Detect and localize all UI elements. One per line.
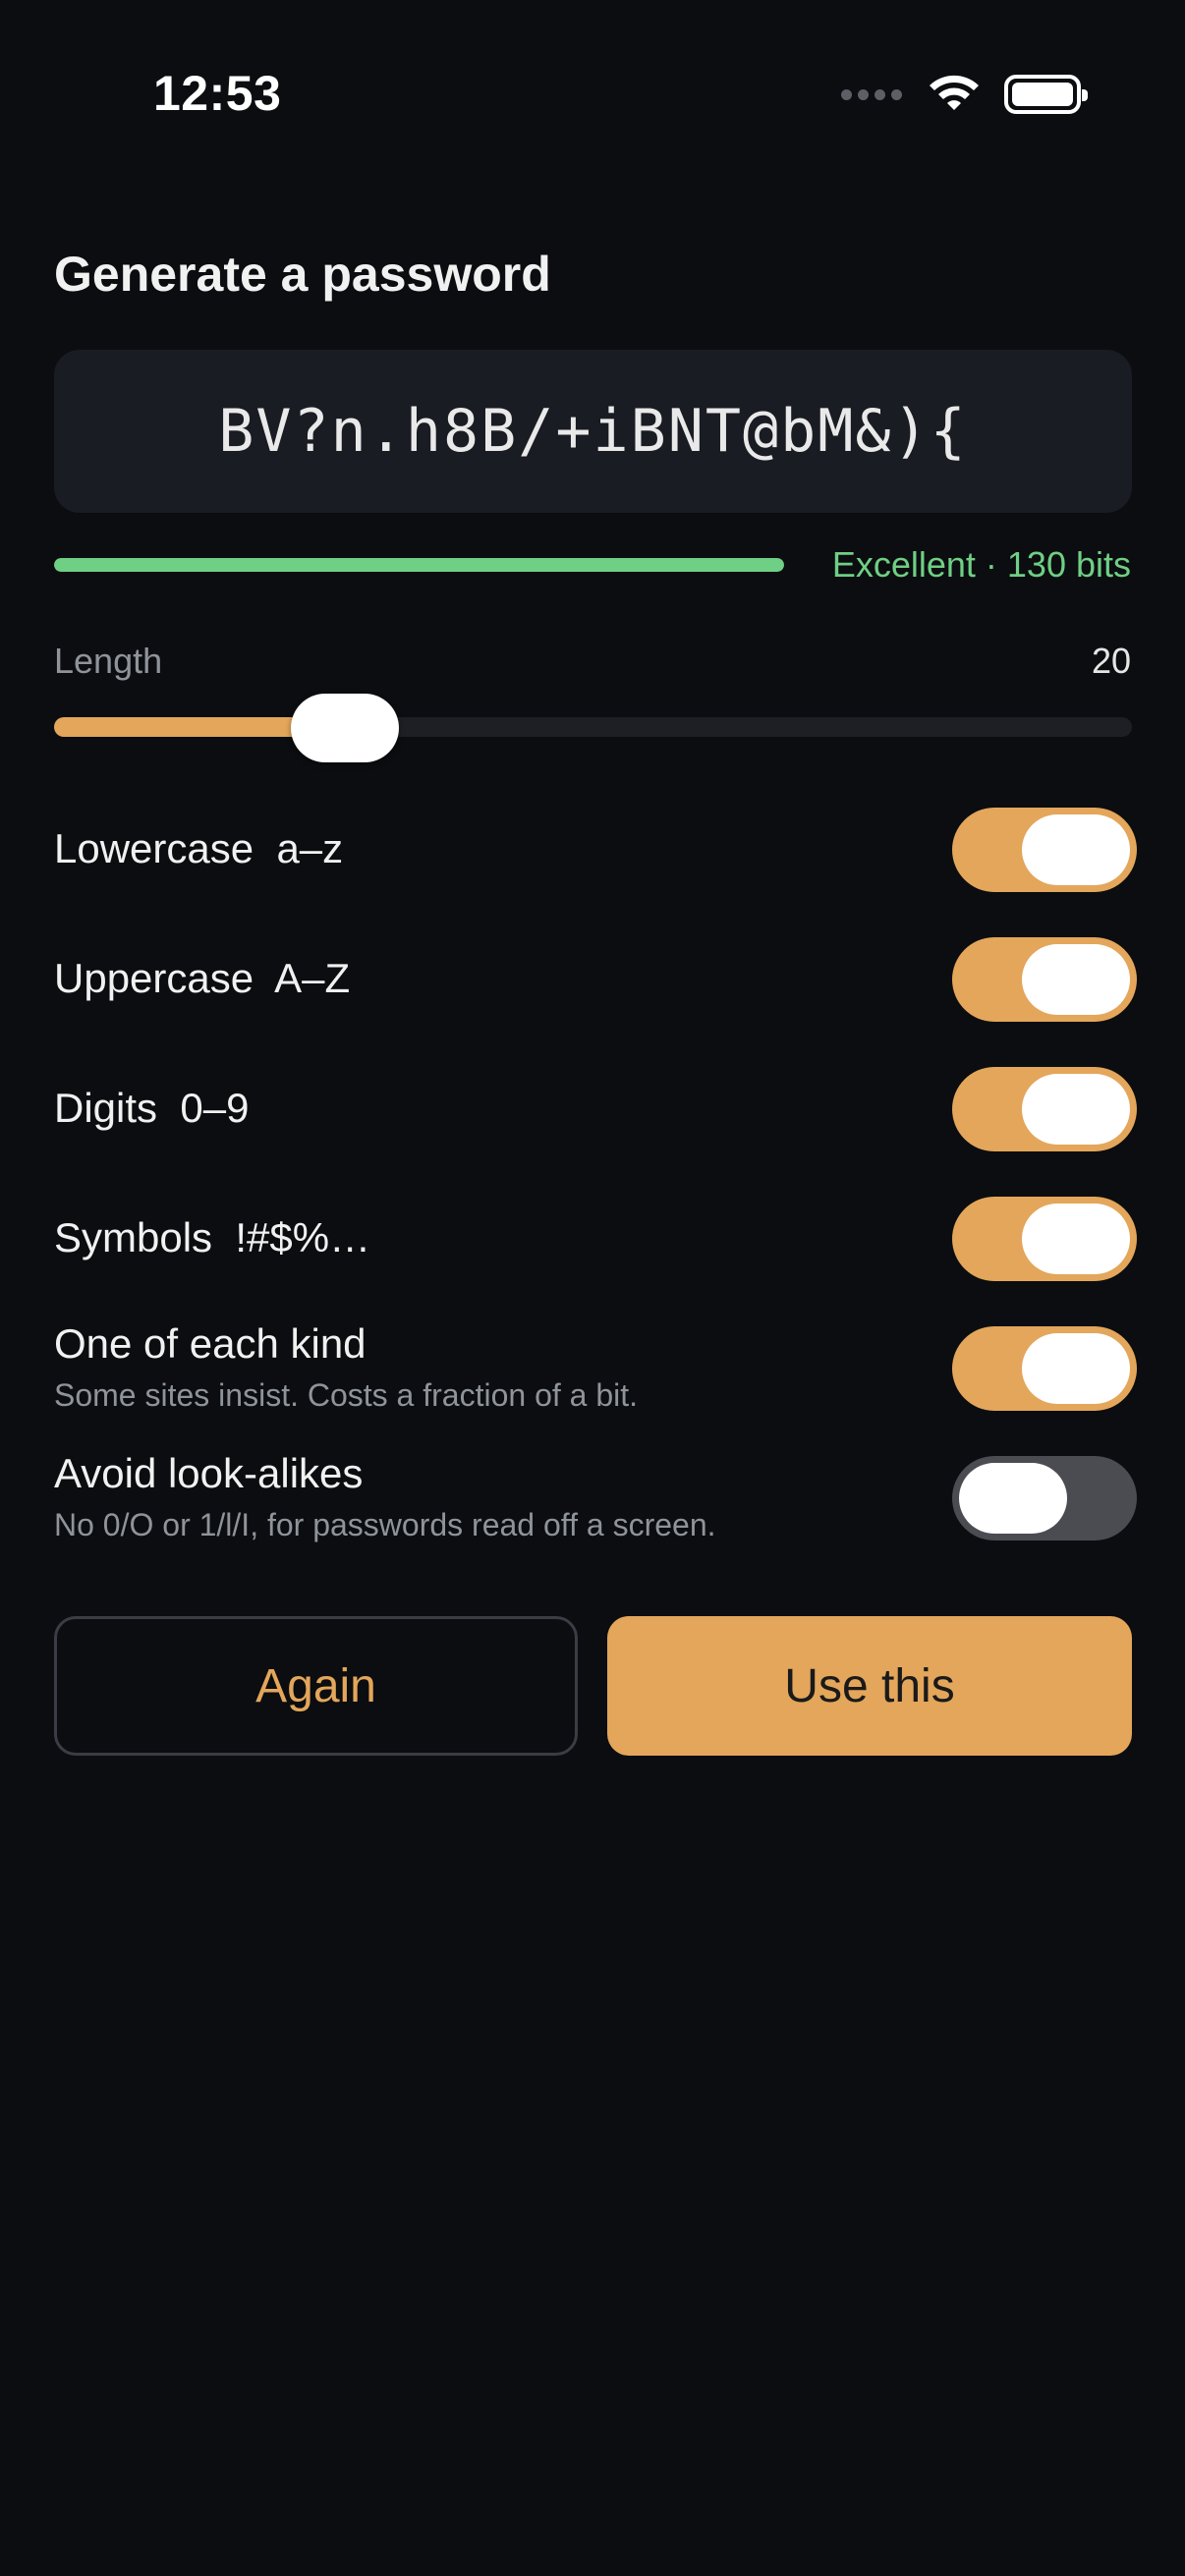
signal-dots-icon xyxy=(841,88,902,100)
option-label: Lowercase a–z xyxy=(54,825,344,871)
option-one-of-each: One of each kind Some sites insist. Cost… xyxy=(54,1320,1137,1413)
option-label: Symbols !#$%… xyxy=(54,1214,371,1260)
toggle-knob xyxy=(1022,1204,1130,1274)
toggle-knob xyxy=(1022,814,1130,885)
length-slider-thumb[interactable] xyxy=(291,694,400,762)
again-button[interactable]: Again xyxy=(54,1616,578,1756)
toggle-lowercase[interactable] xyxy=(952,808,1137,892)
use-this-button[interactable]: Use this xyxy=(607,1616,1132,1756)
option-label: Digits 0–9 xyxy=(54,1085,250,1131)
option-avoid-look-alikes: Avoid look-alikes No 0/O or 1/l/I, for p… xyxy=(54,1450,1137,1542)
battery-icon xyxy=(1004,75,1088,114)
toggle-knob xyxy=(959,1463,1067,1534)
password-generator-screen: 12:53 Generate a password BV?n.h8B/+iBNT… xyxy=(0,0,1185,2576)
strength-label: Excellent · 130 bits xyxy=(831,544,1131,585)
strength-meter xyxy=(54,558,784,572)
option-label: Uppercase A–Z xyxy=(54,955,351,1001)
option-subtitle: No 0/O or 1/l/I, for passwords read off … xyxy=(54,1507,716,1542)
option-lowercase: Lowercase a–z xyxy=(54,808,1137,892)
option-symbols: Symbols !#$%… xyxy=(54,1197,1137,1281)
option-label: Avoid look-alikes xyxy=(54,1450,364,1496)
toggle-knob xyxy=(1022,944,1130,1015)
option-uppercase: Uppercase A–Z xyxy=(54,937,1137,1022)
strength-meter-fill xyxy=(54,558,784,572)
toggle-symbols[interactable] xyxy=(952,1197,1137,1281)
wifi-icon xyxy=(930,75,979,110)
option-digits: Digits 0–9 xyxy=(54,1067,1137,1151)
length-label: Length xyxy=(54,641,163,681)
status-icons xyxy=(841,73,1088,116)
length-value: 20 xyxy=(1091,641,1131,681)
toggle-one-of-each[interactable] xyxy=(952,1326,1137,1411)
page-title: Generate a password xyxy=(54,247,551,302)
toggle-digits[interactable] xyxy=(952,1067,1137,1151)
password-display[interactable]: BV?n.h8B/+iBNT@bM&){ xyxy=(54,350,1132,513)
toggle-knob xyxy=(1022,1333,1130,1404)
option-label: One of each kind xyxy=(54,1320,367,1367)
length-slider[interactable] xyxy=(54,694,1132,762)
toggle-knob xyxy=(1022,1074,1130,1145)
toggle-uppercase[interactable] xyxy=(952,937,1137,1022)
status-time: 12:53 xyxy=(153,66,282,121)
option-subtitle: Some sites insist. Costs a fraction of a… xyxy=(54,1377,639,1413)
toggle-avoid-look-alikes[interactable] xyxy=(952,1456,1137,1540)
